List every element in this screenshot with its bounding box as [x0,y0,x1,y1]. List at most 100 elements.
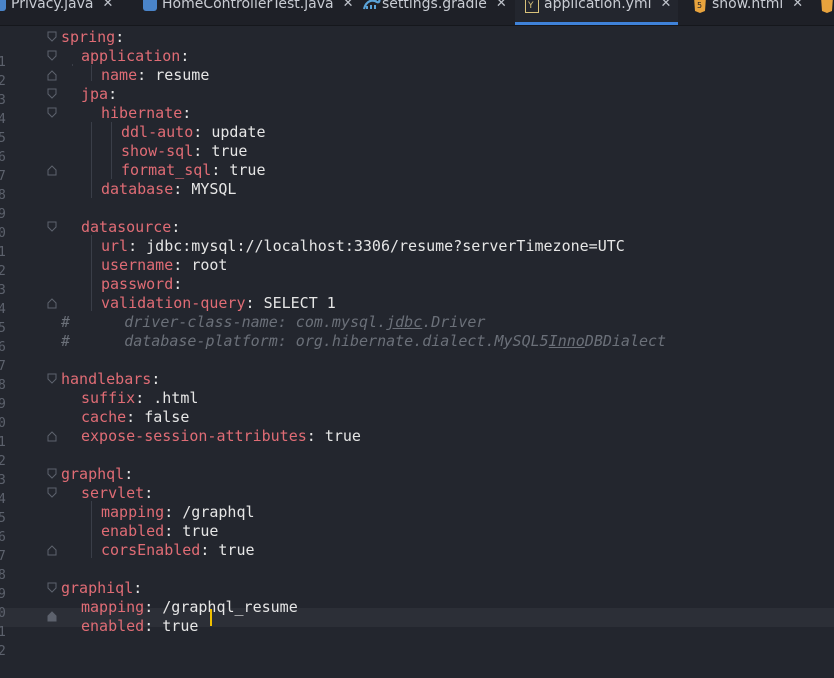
comment-line: # database-platform: org.hibernate.diale… [61,332,666,351]
fold-close-icon[interactable] [47,544,57,556]
yaml-value: /graphql_resume [162,598,298,616]
tab-label: show.html [712,0,784,12]
yaml-value: update [211,123,266,141]
comment-hash: # [61,332,71,350]
fold-close-icon[interactable] [47,430,57,442]
tab-overflow[interactable] [818,0,834,25]
code-line: application: [81,47,189,66]
line-number: 1 [0,625,6,640]
line-number: 0 [0,416,6,431]
comment-text: driver-class-name: com.mysql. [70,313,387,331]
fold-open-icon[interactable] [47,487,57,499]
code-line: show-sql: true [121,142,247,161]
fold-open-icon[interactable] [47,31,57,43]
yaml-sep: : [124,465,134,483]
comment-hash: # [61,313,71,331]
yaml-sep: : [306,427,325,445]
tab-privacy-java[interactable]: Privacy.java ✕ [0,0,143,25]
yaml-value: SELECT 1 [263,294,336,312]
java-icon [143,0,157,11]
code-line: spring: [61,28,124,47]
fold-close-icon[interactable] [47,164,57,176]
fold-open-icon[interactable] [47,50,57,62]
fold-close-icon[interactable] [47,610,57,622]
code-line: name: resume [101,66,209,85]
close-icon[interactable]: ✕ [792,0,803,11]
indent-guide [72,64,73,66]
code-line: enabled: true [81,617,198,636]
line-number: 6 [0,150,6,165]
fold-open-icon[interactable] [47,373,57,385]
yaml-sep: : [173,180,192,198]
yaml-sep: : [180,47,190,65]
tab-homecontrollertest-java[interactable]: HomeControllerTest.java ✕ [143,0,363,25]
yaml-sep: : [126,408,145,426]
line-number: 4 [0,302,6,317]
yaml-value: resume [155,66,210,84]
code-editor[interactable]: 1 2 3 4 5 6 7 8 9 0 1 2 3 4 5 6 7 8 9 0 1 2 3 4 5 6 7 8 9 0 1 2 spring:… [0,25,834,659]
line-number: 1 [0,245,6,260]
code-line: mapping: /graphql_resume [81,598,298,617]
comment-underlined-word: jdbc [386,313,423,331]
fold-open-icon[interactable] [47,107,57,119]
code-line: expose-session-attributes: true [81,427,361,446]
yaml-key: mapping [81,598,145,616]
line-number: 9 [0,397,6,412]
tab-settings-gradle[interactable]: settings.gradle ✕ [363,0,515,25]
fold-open-icon[interactable] [47,582,57,594]
yaml-sep: : [164,503,183,521]
yaml-value: jdbc:mysql://localhost:3306/resume?serve… [146,237,625,255]
line-number: 3 [0,93,6,108]
tab-application-yml[interactable]: Y application.yml ✕ [515,0,678,25]
code-line: datasource: [81,218,180,237]
indent-guide [91,501,92,558]
html5-icon: 5 [693,0,707,13]
code-line: cache: false [81,408,189,427]
fold-open-icon[interactable] [47,468,57,480]
yaml-value: true [182,522,219,540]
indent-guide [111,122,112,179]
line-number: 8 [0,568,6,583]
fold-open-icon[interactable] [47,88,57,100]
line-number: 7 [0,549,6,564]
fold-open-icon[interactable] [47,221,57,233]
yaml-sep: : [171,218,181,236]
comment-text: .Driver [422,313,486,331]
comment-line: # driver-class-name: com.mysql.jdbc.Driv… [61,313,485,332]
tab-label: application.yml [544,0,652,12]
close-icon[interactable]: ✕ [496,0,507,11]
yaml-sep: : [245,294,264,312]
yaml-key: corsEnabled [101,541,201,559]
code-line: format_sql: true [121,161,266,180]
yaml-sep: : [144,484,154,502]
close-icon[interactable]: ✕ [661,0,672,11]
yaml-key: ddl-auto [121,123,194,141]
yaml-sep: : [137,66,156,84]
code-line: graphiql: [61,579,142,598]
line-number: 0 [0,226,6,241]
yaml-key: show-sql [121,142,194,160]
line-number: 6 [0,340,6,355]
editor-tab-bar: Privacy.java ✕ HomeControllerTest.java ✕… [0,0,834,26]
yaml-key: database [101,180,174,198]
yaml-key: cache [81,408,127,426]
tab-show-html[interactable]: 5 show.html ✕ [678,0,818,25]
yaml-key: password [101,275,174,293]
comment-underlined-word: Inno [548,332,585,350]
yaml-key: spring [61,28,116,46]
yaml-sep: : [164,522,183,540]
yaml-icon: Y [525,0,539,13]
yaml-value: /graphql [182,503,255,521]
code-line: servlet: [81,484,153,503]
line-number: 2 [0,644,6,659]
yaml-key: suffix [81,389,136,407]
yaml-sep: : [193,142,212,160]
yaml-key: validation-query [101,294,246,312]
fold-close-icon[interactable] [47,69,57,81]
close-icon[interactable]: ✕ [343,0,354,11]
close-icon[interactable]: ✕ [102,0,113,11]
code-line: handlebars: [61,370,160,389]
code-line: validation-query: SELECT 1 [101,294,336,313]
indent-guide [91,65,92,81]
fold-close-icon[interactable] [47,297,57,309]
